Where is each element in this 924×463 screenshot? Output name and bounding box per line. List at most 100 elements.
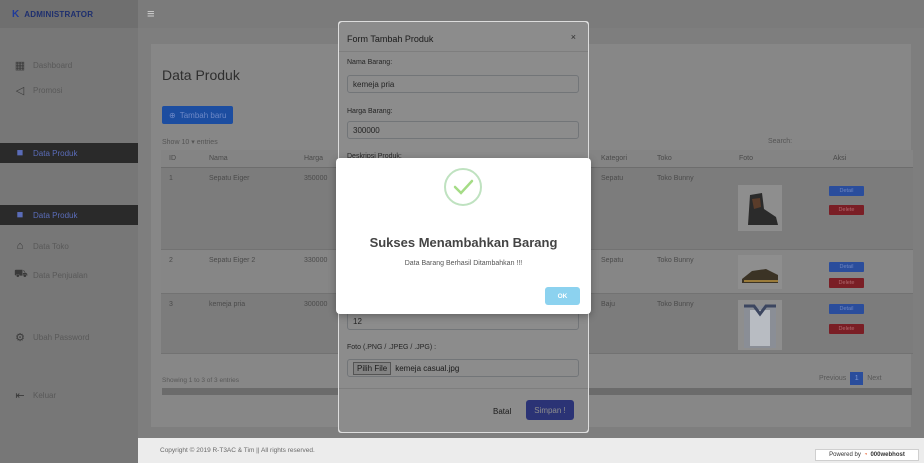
sidebar-item-label: Ubah Password	[33, 332, 90, 342]
product-photo	[738, 185, 782, 231]
sidebar-item-label: Data Produk	[33, 148, 78, 158]
cell-nama: kemeja pria	[209, 301, 246, 308]
column-toko[interactable]: Toko	[657, 155, 672, 162]
sidebar-item-label: Dashboard	[33, 60, 73, 70]
add-new-label: Tambah baru	[179, 110, 227, 120]
success-popup: Sukses Menambahkan Barang Data Barang Be…	[336, 158, 591, 314]
pagination: Previous 1 Next	[819, 372, 882, 385]
divider	[339, 388, 588, 389]
sidebar-item-label: Keluar	[33, 390, 57, 400]
product-photo	[738, 300, 782, 350]
page-1-button[interactable]: 1	[850, 372, 864, 385]
powered-by-label: Powered by	[829, 452, 861, 458]
harga-barang-input[interactable]: 300000	[347, 121, 579, 139]
sidebar-item-data-produk-2[interactable]: ■ Data Produk	[0, 205, 138, 225]
sidebar-item-data-produk[interactable]: ■ Data Produk	[0, 143, 138, 163]
sidebar-item-data-toko[interactable]: ⌂ Data Toko	[0, 236, 138, 256]
detail-button[interactable]: Detail	[829, 304, 864, 314]
cell-kategori: Baju	[601, 301, 616, 308]
cell-harga: 300000	[304, 301, 328, 308]
cell-id: 2	[169, 257, 173, 264]
checkmark-icon	[453, 179, 474, 195]
simpan-button[interactable]: Simpan !	[526, 400, 574, 420]
close-icon[interactable]: ×	[571, 32, 576, 42]
cell-nama: Sepatu Eiger	[209, 175, 250, 182]
column-aksi[interactable]: Aksi	[833, 155, 846, 162]
sidebar-item-promosi[interactable]: ◁ Promosi	[0, 80, 138, 100]
cell-id: 1	[169, 175, 173, 182]
cell-toko: Toko Bunny	[657, 301, 694, 308]
brand-name: ADMINISTRATOR	[24, 9, 94, 19]
product-photo	[738, 255, 782, 289]
search-label: Search:	[768, 138, 793, 145]
batal-button[interactable]: Batal	[493, 407, 511, 416]
show-entries[interactable]: Show 10 ▾ entries	[162, 138, 218, 146]
nama-barang-label: Nama Barang:	[347, 59, 393, 66]
cell-kategori: Sepatu	[601, 175, 624, 182]
sidebar-item-keluar[interactable]: ⇤ Keluar	[0, 385, 138, 405]
delete-button[interactable]: Delete	[829, 324, 864, 334]
cell-harga: 350000	[304, 175, 328, 182]
webhost-logo-icon: ◔	[863, 452, 868, 458]
choose-file-button[interactable]: Pilih File	[353, 361, 392, 375]
column-foto[interactable]: Foto	[739, 155, 753, 162]
ok-button[interactable]: OK	[545, 287, 580, 305]
stok-input[interactable]: 12	[347, 312, 579, 330]
powered-by-brand: 000webhost	[870, 452, 905, 458]
delete-button[interactable]: Delete	[829, 278, 864, 288]
previous-button[interactable]: Previous	[819, 375, 846, 382]
show-label: Show	[162, 139, 180, 146]
sidebar-item-label: Data Produk	[33, 210, 78, 220]
foto-file-input[interactable]: Pilih File kemeja casual.jpg	[347, 359, 579, 377]
sidebar-item-ubah-password[interactable]: ⚙ Ubah Password	[0, 327, 138, 347]
modal-title: Form Tambah Produk	[347, 34, 434, 44]
nama-barang-input[interactable]: kemeja pria	[347, 75, 579, 93]
table-info: Showing 1 to 3 of 3 entries	[162, 377, 239, 384]
cell-kategori: Sepatu	[601, 257, 624, 264]
column-id[interactable]: ID	[169, 155, 176, 162]
brand[interactable]: K ADMINISTRATOR	[0, 0, 138, 28]
megaphone-icon: ◁	[15, 84, 25, 97]
shirt-image	[744, 304, 776, 348]
page-title: Data Produk	[162, 67, 240, 83]
column-nama[interactable]: Nama	[209, 155, 228, 162]
success-check-icon	[444, 168, 482, 206]
box-icon: ■	[16, 147, 24, 159]
logout-icon: ⇤	[15, 389, 25, 402]
copyright: Copyright © 2019 R-T3AC & Tim || All rig…	[160, 447, 315, 454]
plus-icon: ⊕	[169, 110, 176, 120]
cell-nama: Sepatu Eiger 2	[209, 257, 256, 264]
popup-message: Data Barang Berhasil Ditambahkan !!!	[404, 260, 523, 267]
boot-image	[748, 193, 778, 225]
add-new-button[interactable]: ⊕ Tambah baru	[162, 106, 234, 124]
cell-harga: 330000	[304, 257, 328, 264]
cell-toko: Toko Bunny	[657, 257, 694, 264]
popup-title: Sukses Menambahkan Barang	[369, 235, 558, 250]
column-kategori[interactable]: Kategori	[601, 155, 627, 162]
detail-button[interactable]: Detail	[829, 186, 864, 196]
cell-toko: Toko Bunny	[657, 175, 694, 182]
gear-icon: ⚙	[15, 331, 25, 344]
sidebar-item-dashboard[interactable]: ▦ Dashboard	[0, 55, 138, 75]
divider	[339, 51, 588, 52]
sidebar-item-label: Data Penjualan	[33, 270, 88, 280]
foto-label: Foto (.PNG / .JPEG / .JPG) :	[347, 344, 437, 351]
entries-label: entries	[196, 139, 218, 146]
dashboard-icon: ▦	[14, 59, 26, 72]
hamburger-icon[interactable]: ≡	[147, 6, 155, 21]
brand-logo: K	[12, 8, 20, 20]
delete-button[interactable]: Delete	[829, 205, 864, 215]
detail-button[interactable]: Detail	[829, 262, 864, 272]
box-icon: ■	[16, 209, 24, 221]
sidebar-item-data-penjualan[interactable]: ⛟ Data Penjualan	[0, 265, 138, 285]
column-harga[interactable]: Harga	[304, 155, 323, 162]
entries-select[interactable]: 10	[181, 139, 189, 146]
cart-icon: ⛟	[14, 268, 28, 280]
harga-barang-label: Harga Barang:	[347, 108, 393, 115]
sidebar-item-label: Promosi	[33, 85, 63, 95]
next-button[interactable]: Next	[867, 375, 881, 382]
shoe-image	[742, 269, 778, 283]
powered-by-badge[interactable]: Powered by ◔ 000webhost	[815, 449, 919, 461]
home-icon: ⌂	[16, 240, 24, 252]
sidebar: K ADMINISTRATOR ▦ Dashboard ◁ Promosi ■ …	[0, 0, 138, 463]
